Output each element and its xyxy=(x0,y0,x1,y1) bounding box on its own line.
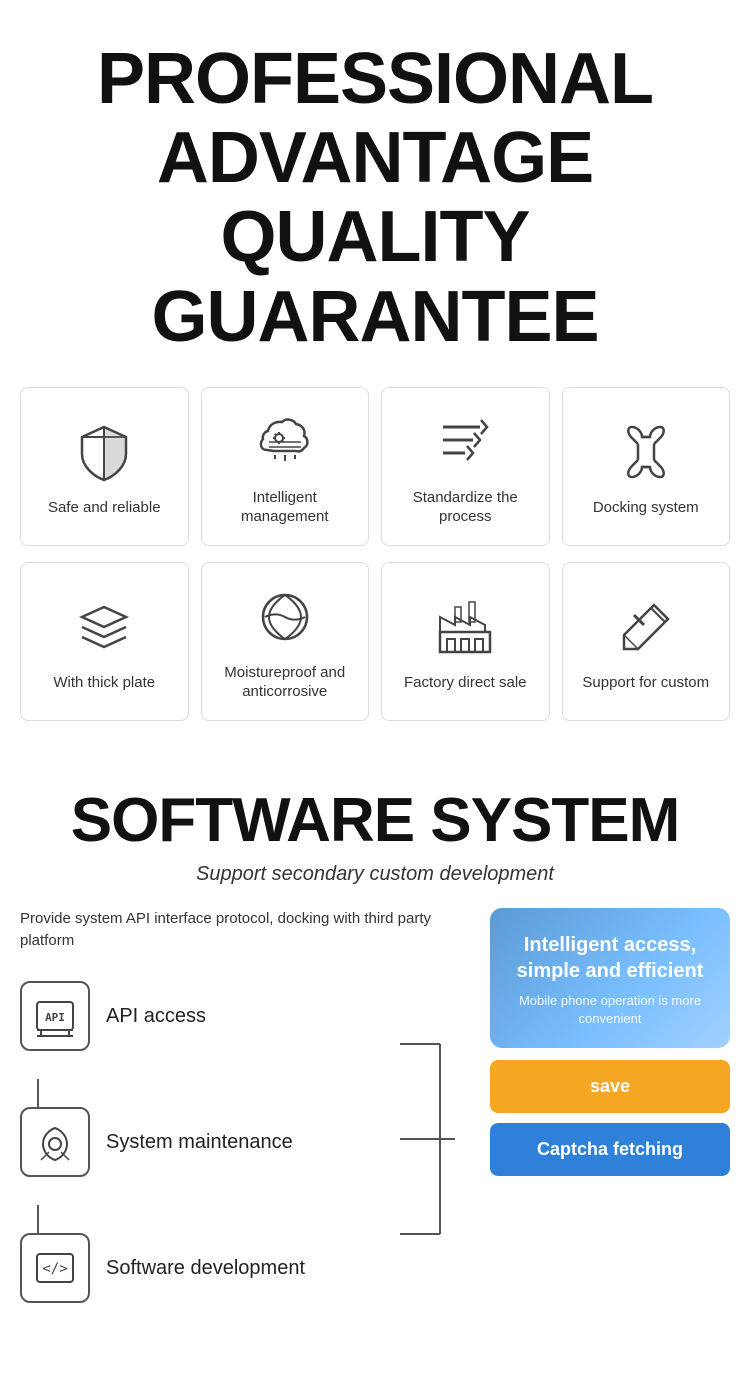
maintenance-label: System maintenance xyxy=(106,1129,293,1155)
software-subtitle: Support secondary custom development xyxy=(20,863,730,886)
shield-icon xyxy=(72,420,136,484)
features-section: Safe and reliable xyxy=(0,387,750,767)
software-right: Intelligent access, simple and efficient… xyxy=(490,908,730,1176)
intelligent-mgmt-label: Intelligent management xyxy=(210,488,361,527)
save-button[interactable]: save xyxy=(490,1060,730,1113)
link-icon xyxy=(614,420,678,484)
process-icon xyxy=(433,410,497,474)
phone-card: Intelligent access, simple and efficient… xyxy=(490,908,730,1048)
docking-label: Docking system xyxy=(593,498,699,518)
features-row-1: Safe and reliable xyxy=(20,387,730,546)
code-icon: </> xyxy=(20,1233,90,1303)
safe-reliable-label: Safe and reliable xyxy=(48,498,161,518)
svg-text:API: API xyxy=(45,1011,65,1024)
feature-factory: Factory direct sale xyxy=(381,562,550,721)
factory-label: Factory direct sale xyxy=(404,673,527,693)
development-label: Software development xyxy=(106,1255,305,1281)
phone-card-title: Intelligent access, simple and efficient xyxy=(506,932,714,984)
sw-item-development: </> Software development xyxy=(20,1233,470,1303)
feature-thick-plate: With thick plate xyxy=(20,562,189,721)
standardize-label: Standardize the process xyxy=(390,488,541,527)
features-row-2: With thick plate Moistureproof and antic… xyxy=(20,562,730,721)
feature-custom: Support for custom xyxy=(562,562,731,721)
software-title: SOFTWARE SYSTEM xyxy=(20,787,730,855)
sw-item-api: API API access xyxy=(20,981,470,1051)
wrench-icon xyxy=(20,1107,90,1177)
software-desc: Provide system API interface protocol, d… xyxy=(20,908,470,953)
feature-safe-reliable: Safe and reliable xyxy=(20,387,189,546)
svg-text:</>: </> xyxy=(42,1261,67,1277)
feature-docking: Docking system xyxy=(562,387,731,546)
thick-plate-label: With thick plate xyxy=(53,673,155,693)
feature-moistureproof: Moistureproof and anticorrosive xyxy=(201,562,370,721)
page-title: PROFESSIONAL ADVANTAGE QUALITY GUARANTEE xyxy=(20,40,730,357)
custom-label: Support for custom xyxy=(582,673,709,693)
software-section: SOFTWARE SYSTEM Support secondary custom… xyxy=(0,767,750,1361)
sw-item-maintenance: System maintenance xyxy=(20,1107,470,1177)
captcha-button[interactable]: Captcha fetching xyxy=(490,1123,730,1176)
software-left: Provide system API interface protocol, d… xyxy=(20,908,470,1331)
feature-standardize: Standardize the process xyxy=(381,387,550,546)
software-content: Provide system API interface protocol, d… xyxy=(20,908,730,1331)
layers-icon xyxy=(72,595,136,659)
tools-icon xyxy=(614,595,678,659)
feature-intelligent-mgmt: Intelligent management xyxy=(201,387,370,546)
phone-card-subtitle: Mobile phone operation is more convenien… xyxy=(506,992,714,1028)
moistureproof-label: Moistureproof and anticorrosive xyxy=(210,663,361,702)
api-label: API access xyxy=(106,1003,206,1029)
sw-items-wrapper: API API access xyxy=(20,981,470,1303)
leaf-icon xyxy=(253,585,317,649)
api-icon: API xyxy=(20,981,90,1051)
header-section: PROFESSIONAL ADVANTAGE QUALITY GUARANTEE xyxy=(0,0,750,387)
cloud-settings-icon xyxy=(253,410,317,474)
factory-icon xyxy=(433,595,497,659)
